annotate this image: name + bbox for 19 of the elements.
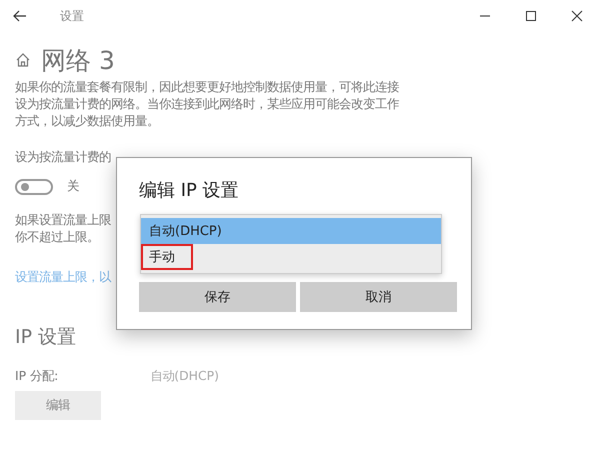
cancel-button[interactable]: 取消 bbox=[300, 282, 457, 312]
close-icon[interactable] bbox=[571, 10, 583, 22]
field-label: IP 分配: bbox=[15, 368, 58, 385]
dialog-title: 编辑 IP 设置 bbox=[139, 179, 240, 202]
dropdown-option[interactable]: 手动 bbox=[141, 244, 193, 270]
toggle-switch[interactable] bbox=[15, 178, 53, 194]
save-button[interactable]: 保存 bbox=[139, 282, 296, 312]
note-text: 如果设置流量上限 你不超过上限。 bbox=[15, 211, 111, 245]
window-title: 设置 bbox=[60, 8, 84, 24]
toggle-state-label: 关 bbox=[67, 178, 79, 195]
page-title: 网络 3 bbox=[41, 44, 115, 76]
section-heading: IP 设置 bbox=[15, 325, 78, 350]
maximize-icon[interactable] bbox=[525, 10, 537, 22]
dropdown-option[interactable]: 自动(DHCP) bbox=[141, 218, 441, 244]
setting-label: 设为按流量计费的 bbox=[15, 149, 112, 166]
field-value: 自动(DHCP) bbox=[150, 368, 219, 385]
home-icon[interactable] bbox=[15, 52, 31, 68]
description-text: 如果你的流量套餐有限制，因此想要更好地控制数据使用量，可将此连接 设为按流量计费的网络。当你连接到此网络时，某些应用可能会改变工作 方式，以减少数据使用量。 bbox=[15, 78, 399, 129]
back-arrow-icon[interactable] bbox=[13, 10, 27, 22]
